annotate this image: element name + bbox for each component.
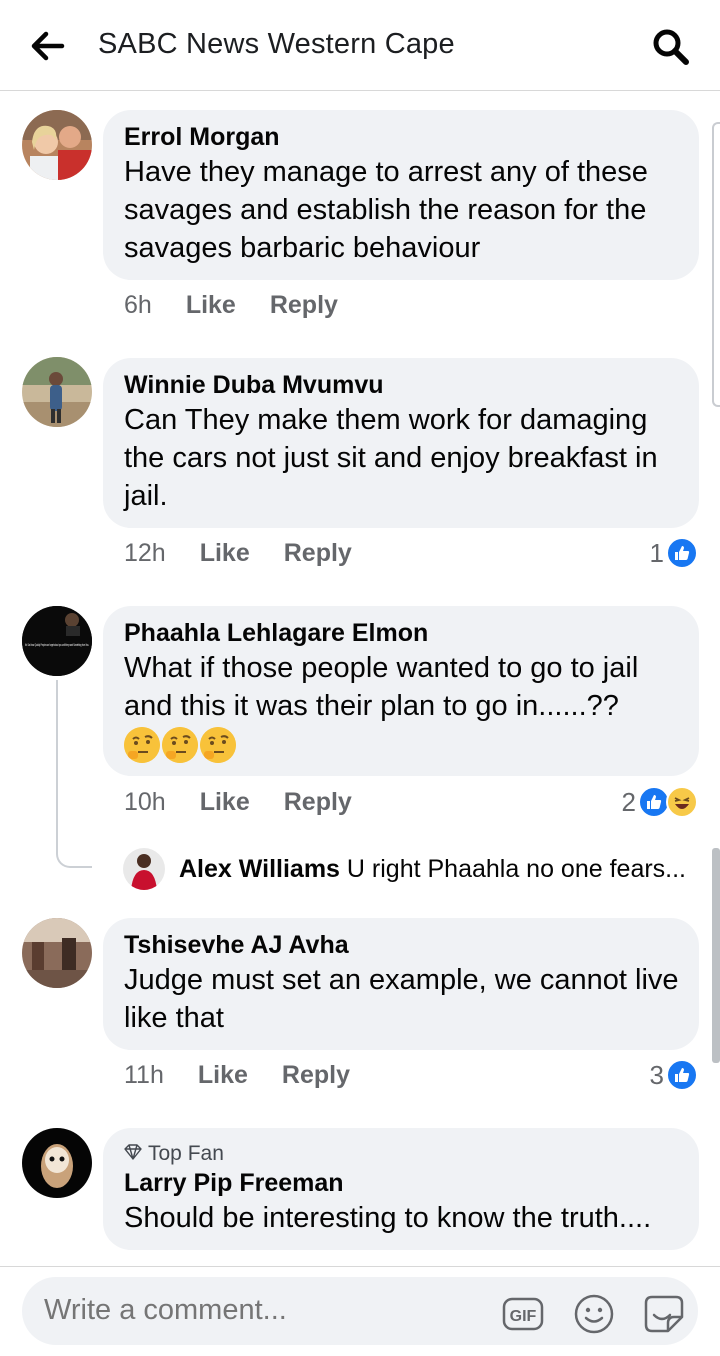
comment-text: Judge must set an example, we cannot liv…	[124, 964, 679, 1034]
like-button[interactable]: Like	[198, 1061, 248, 1090]
avatar[interactable]	[123, 848, 165, 890]
reaction-summary[interactable]: 1	[650, 537, 698, 569]
reply-author-name[interactable]: Alex Williams	[179, 855, 340, 883]
page-title: SABC News Western Cape	[98, 28, 455, 60]
comment-actions: 6h Like Reply	[124, 291, 338, 320]
comment-time[interactable]: 6h	[124, 291, 152, 320]
reply-thread-line	[56, 680, 92, 868]
comment-bubble[interactable]: Phaahla Lehlagare Elmon What if those pe…	[103, 606, 699, 776]
sticker-icon[interactable]	[642, 1293, 684, 1335]
comment-text: What if those people wanted to go to jai…	[124, 652, 639, 722]
comment-bubble[interactable]: Tshisevhe AJ Avha Judge must set an exam…	[103, 918, 699, 1050]
like-reaction-icon	[666, 1059, 698, 1091]
scrollbar-thumb[interactable]	[712, 848, 720, 1063]
like-reaction-icon	[666, 537, 698, 569]
comment-input-box[interactable]: GIF	[22, 1277, 698, 1345]
comment-time[interactable]: 10h	[124, 788, 166, 817]
diamond-icon	[124, 1140, 142, 1168]
avatar[interactable]	[22, 110, 92, 180]
reply-button[interactable]: Reply	[284, 539, 352, 568]
avatar[interactable]	[22, 357, 92, 427]
like-button[interactable]: Like	[186, 291, 236, 320]
commenter-name[interactable]: Winnie Duba Mvumvu	[124, 370, 679, 401]
thinking-face-icon	[200, 727, 236, 763]
reply-button[interactable]: Reply	[284, 788, 352, 817]
top-bar: SABC News Western Cape	[0, 0, 720, 91]
comment-input[interactable]	[44, 1294, 484, 1327]
comment-bubble[interactable]: Winnie Duba Mvumvu Can They make them wo…	[103, 358, 699, 528]
reaction-summary[interactable]: 2	[622, 786, 698, 818]
comment-actions: 10h Like Reply	[124, 788, 352, 817]
like-button[interactable]: Like	[200, 539, 250, 568]
commenter-name[interactable]: Errol Morgan	[124, 122, 679, 153]
comment-text: Have they manage to arrest any of these …	[124, 156, 648, 264]
avatar[interactable]: It's Sad how Quickly People can forget a…	[22, 606, 92, 676]
comment-text: Can They make them work for damaging the…	[124, 404, 658, 512]
reply-preview-text: Alex Williams U right Phaahla no one fea…	[179, 855, 686, 884]
reaction-summary[interactable]: 3	[650, 1059, 698, 1091]
scroll-indicator	[712, 122, 720, 407]
search-icon[interactable]	[650, 26, 690, 66]
like-button[interactable]: Like	[200, 788, 250, 817]
commenter-name[interactable]: Tshisevhe AJ Avha	[124, 930, 679, 961]
emoji-icon[interactable]	[573, 1293, 615, 1335]
reply-snippet: U right Phaahla no one fears...	[346, 854, 687, 883]
commenter-name[interactable]: Larry Pip Freeman	[124, 1168, 679, 1199]
gif-icon[interactable]: GIF	[502, 1293, 544, 1335]
avatar[interactable]	[22, 1128, 92, 1198]
comment-bubble[interactable]: Errol Morgan Have they manage to arrest …	[103, 110, 699, 280]
back-arrow-icon[interactable]	[30, 30, 66, 62]
thinking-face-icon	[162, 727, 198, 763]
comment-text: Should be interesting to know the truth.…	[124, 1202, 652, 1234]
top-fan-label: Top Fan	[148, 1142, 224, 1165]
commenter-name[interactable]: Phaahla Lehlagare Elmon	[124, 618, 679, 649]
avatar[interactable]	[22, 918, 92, 988]
haha-reaction-icon	[666, 786, 698, 818]
avatar-quote: It's Sad how Quickly People can forget a…	[25, 642, 89, 647]
comment-actions: 11h Like Reply	[124, 1061, 350, 1090]
reply-button[interactable]: Reply	[270, 291, 338, 320]
top-fan-badge: Top Fan	[124, 1140, 679, 1168]
emoji-row	[124, 727, 679, 763]
comment-time[interactable]: 11h	[124, 1061, 164, 1090]
comment-bubble[interactable]: Top Fan Larry Pip Freeman Should be inte…	[103, 1128, 699, 1250]
reaction-count: 1	[649, 537, 664, 568]
comment-time[interactable]: 12h	[124, 539, 166, 568]
reaction-count: 3	[649, 1059, 664, 1090]
comment-actions: 12h Like Reply	[124, 539, 352, 568]
gif-label: GIF	[510, 1308, 537, 1325]
reaction-count: 2	[621, 786, 636, 817]
comment-composer: GIF	[0, 1266, 720, 1356]
reply-button[interactable]: Reply	[282, 1061, 350, 1090]
reply-preview[interactable]: Alex Williams U right Phaahla no one fea…	[123, 847, 686, 891]
thinking-face-icon	[124, 727, 160, 763]
